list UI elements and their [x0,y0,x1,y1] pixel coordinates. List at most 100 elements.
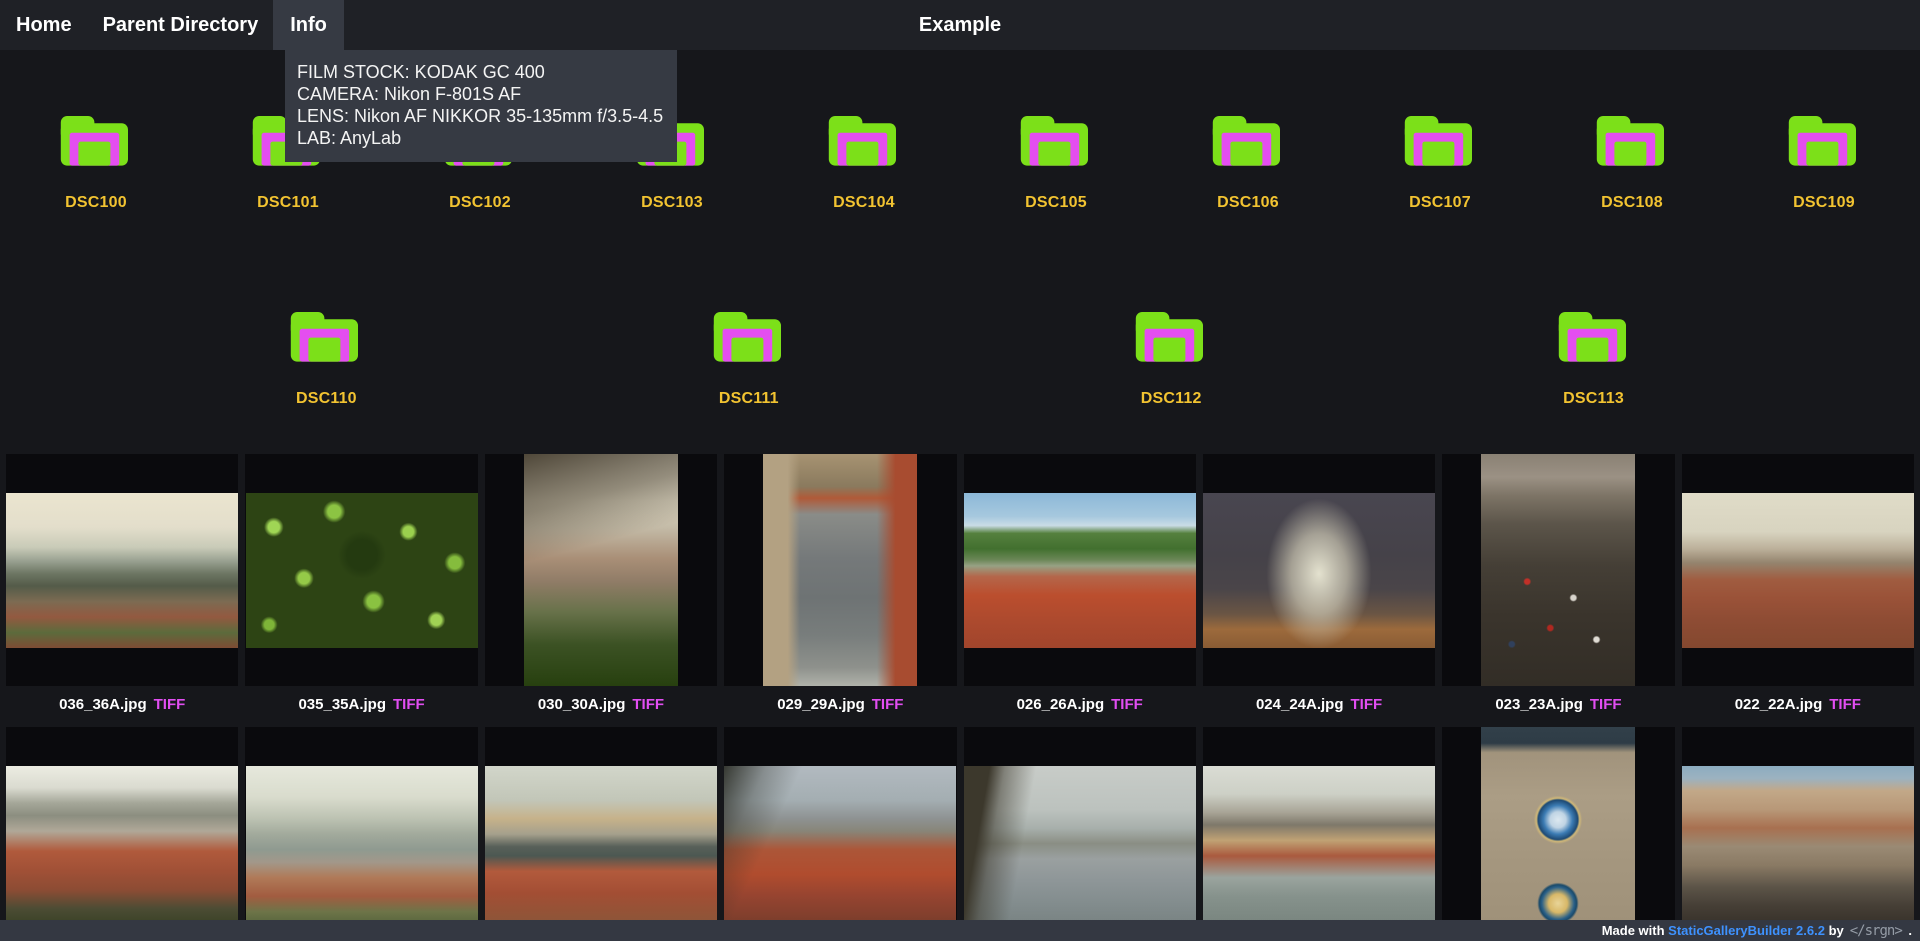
photo-filename-link[interactable]: 026_26A.jpg [1017,696,1105,713]
photo-caption: 029_29A.jpg TIFF [724,686,956,727]
photo-tiff-link[interactable]: TIFF [154,696,186,713]
folder-icon [824,108,904,172]
folder-icon [1554,304,1634,368]
folder-item[interactable]: DSC106 [1152,108,1344,212]
photo-tiff-link[interactable]: TIFF [1590,696,1622,713]
photo-filename-link[interactable]: 024_24A.jpg [1256,696,1344,713]
folder-item[interactable]: DSC113 [1498,304,1690,408]
photo-thumbnail[interactable] [485,727,717,941]
photo-thumbnail[interactable] [1203,454,1435,686]
photo-thumbnail[interactable] [245,454,477,686]
info-film-stock: FILM STOCK: KODAK GC 400 [297,61,663,83]
photo-thumbnail[interactable] [1682,454,1914,686]
photo-thumbnail[interactable] [245,727,477,941]
photo-image [246,493,478,648]
photo-caption: 036_36A.jpg TIFF [6,686,238,727]
photo-image [1203,766,1435,921]
photo-filename-link[interactable]: 030_30A.jpg [538,696,626,713]
folder-name: DSC105 [1025,194,1087,212]
photo-thumbnail[interactable] [1682,727,1914,941]
photo-tiff-link[interactable]: TIFF [1829,696,1861,713]
folder-item[interactable]: DSC108 [1536,108,1728,212]
photo-cell [724,727,956,941]
photo-filename-link[interactable]: 023_23A.jpg [1495,696,1583,713]
photo-image [6,493,238,648]
photo-image [1682,493,1914,648]
photo-thumbnail[interactable] [6,454,238,686]
photo-grid: 036_36A.jpg TIFF 035_35A.jpg TIFF 030_30A.… [0,454,1920,941]
folder-item[interactable]: DSC111 [653,304,845,408]
footer-made-with-text: Made with [1602,923,1668,938]
photo-cell: 023_23A.jpg TIFF [1442,454,1674,727]
folder-name: DSC107 [1409,194,1471,212]
folder-name: DSC101 [257,194,319,212]
folder-name: DSC103 [641,194,703,212]
photo-thumbnail[interactable] [1442,454,1674,686]
photo-image [485,766,717,921]
photo-caption: 023_23A.jpg TIFF [1442,686,1674,727]
nav-link-parent-directory[interactable]: Parent Directory [103,0,259,50]
info-camera: CAMERA: Nikon F-801S AF [297,83,663,105]
folder-name: DSC110 [296,390,357,408]
nav-tab-info[interactable]: Info [273,0,344,50]
footer-bar: Made with StaticGalleryBuilder 2.6.2 by … [0,920,1920,941]
info-lab: LAB: AnyLab [297,127,663,149]
photo-cell [245,727,477,941]
photo-thumbnail[interactable] [1442,727,1674,941]
photo-thumbnail[interactable] [964,727,1196,941]
photo-cell [485,727,717,941]
folder-icon [56,108,136,172]
photo-caption: 030_30A.jpg TIFF [485,686,717,727]
photo-image [1481,727,1635,941]
folder-name: DSC106 [1217,194,1279,212]
folder-name: DSC112 [1141,390,1202,408]
photo-image [964,493,1196,648]
photo-cell: 029_29A.jpg TIFF [724,454,956,727]
photo-thumbnail[interactable] [724,454,956,686]
folder-icon [1208,108,1288,172]
photo-image [524,454,678,686]
photo-tiff-link[interactable]: TIFF [1351,696,1383,713]
photo-image [1203,493,1435,648]
photo-filename-link[interactable]: 022_22A.jpg [1735,696,1823,713]
footer-srgn-logo[interactable]: </srgn> [1850,923,1902,939]
folder-item[interactable]: DSC100 [0,108,192,212]
folder-name: DSC111 [719,390,779,408]
folder-item[interactable]: DSC104 [768,108,960,212]
folder-name: DSC113 [1563,390,1624,408]
photo-tiff-link[interactable]: TIFF [393,696,425,713]
nav-bar: Home Parent Directory Info Example [0,0,1920,50]
folder-item[interactable]: DSC112 [1075,304,1267,408]
photo-cell: 024_24A.jpg TIFF [1203,454,1435,727]
photo-thumbnail[interactable] [964,454,1196,686]
photo-thumbnail[interactable] [724,727,956,941]
photo-cell: 035_35A.jpg TIFF [245,454,477,727]
folder-name: DSC108 [1601,194,1663,212]
photo-tiff-link[interactable]: TIFF [1111,696,1143,713]
footer-builder-link[interactable]: StaticGalleryBuilder 2.6.2 [1668,923,1825,938]
photo-tiff-link[interactable]: TIFF [632,696,664,713]
folder-name: DSC100 [65,194,127,212]
photo-filename-link[interactable]: 029_29A.jpg [777,696,865,713]
folder-item[interactable]: DSC105 [960,108,1152,212]
folder-item[interactable]: DSC107 [1344,108,1536,212]
photo-image [1682,766,1914,921]
photo-filename-link[interactable]: 036_36A.jpg [59,696,147,713]
photo-thumbnail[interactable] [485,454,717,686]
folder-item[interactable]: DSC109 [1728,108,1920,212]
photo-cell: 036_36A.jpg TIFF [6,454,238,727]
photo-tiff-link[interactable]: TIFF [872,696,904,713]
photo-cell [1442,727,1674,941]
folder-item[interactable]: DSC110 [230,304,422,408]
photo-cell: 030_30A.jpg TIFF [485,454,717,727]
photo-filename-link[interactable]: 035_35A.jpg [298,696,386,713]
photo-cell: 022_22A.jpg TIFF [1682,454,1914,727]
photo-cell [1203,727,1435,941]
photo-thumbnail[interactable] [1203,727,1435,941]
nav-link-home[interactable]: Home [16,0,72,50]
folder-icon [709,304,789,368]
photo-image [6,766,238,921]
photo-image [246,766,478,921]
photo-thumbnail[interactable] [6,727,238,941]
photo-caption: 026_26A.jpg TIFF [964,686,1196,727]
